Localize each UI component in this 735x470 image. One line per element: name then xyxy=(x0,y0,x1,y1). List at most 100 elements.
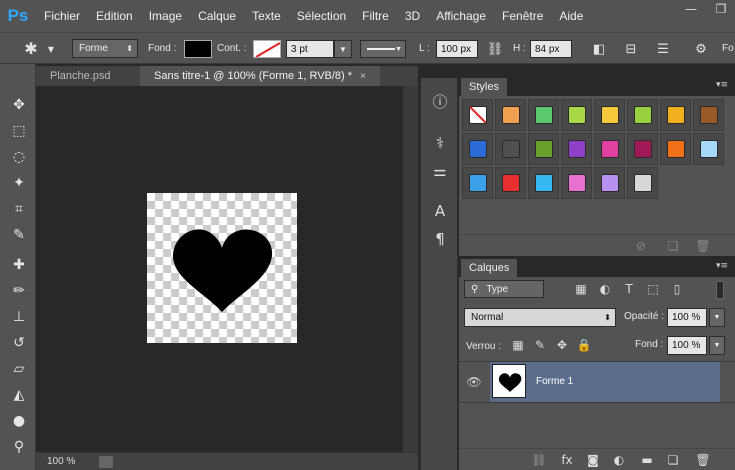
menu-calque[interactable]: Calque xyxy=(198,9,236,23)
height-field[interactable]: 84 px xyxy=(530,40,572,58)
style-swatch[interactable] xyxy=(528,133,559,165)
tab-sans-titre[interactable]: Sans titre-1 @ 100% (Forme 1, RVB/8) * × xyxy=(140,66,380,86)
menu-selection[interactable]: Sélection xyxy=(297,9,346,23)
link-icon[interactable]: ⛓ xyxy=(486,40,504,58)
crop-tool-icon[interactable]: ⌗ xyxy=(8,198,30,220)
trash-icon[interactable]: 🗑 xyxy=(695,453,711,467)
tab-planche[interactable]: Planche.psd xyxy=(36,66,138,86)
menu-3d[interactable]: 3D xyxy=(405,9,420,23)
style-swatch[interactable] xyxy=(462,99,493,131)
add-mask-icon[interactable]: ◙ xyxy=(585,453,601,467)
style-swatch[interactable] xyxy=(594,99,625,131)
tab-styles[interactable]: Styles xyxy=(461,78,507,96)
stroke-color-swatch[interactable] xyxy=(253,40,281,58)
move-tool-icon[interactable]: ✥ xyxy=(8,94,30,116)
info-icon[interactable]: ⓘ xyxy=(429,90,451,112)
style-swatch[interactable] xyxy=(627,99,658,131)
history-brush-tool-icon[interactable]: ↺ xyxy=(8,332,30,354)
lock-position-icon[interactable]: ✥ xyxy=(555,338,569,352)
stroke-type-select[interactable]: ▼ xyxy=(360,40,406,58)
document-canvas[interactable] xyxy=(147,193,297,343)
style-swatch[interactable] xyxy=(693,99,724,131)
custom-shape-tool-icon[interactable]: ✱ xyxy=(22,39,40,58)
menu-image[interactable]: Image xyxy=(149,9,182,23)
lock-all-icon[interactable]: 🔒 xyxy=(577,338,592,352)
magic-wand-tool-icon[interactable]: ✦ xyxy=(8,172,30,194)
zoom-level[interactable]: 100 % xyxy=(47,456,75,467)
marquee-tool-icon[interactable]: ⬚ xyxy=(8,120,30,142)
menu-texte[interactable]: Texte xyxy=(252,9,281,23)
lasso-tool-icon[interactable]: ◌ xyxy=(8,146,30,168)
shape-filter-icon[interactable]: ⬚ xyxy=(645,282,661,296)
style-swatch[interactable] xyxy=(594,167,625,199)
layer-row[interactable]: Forme 1 xyxy=(490,362,720,402)
tab-calques[interactable]: Calques xyxy=(461,259,518,277)
tool-preset-chevron-icon[interactable]: ▼ xyxy=(42,40,60,58)
style-swatch[interactable] xyxy=(627,167,658,199)
blend-mode-select[interactable]: Normal ⬍ xyxy=(464,308,616,327)
stroke-width-field[interactable]: 3 pt xyxy=(286,40,334,58)
pixel-filter-icon[interactable]: ▦ xyxy=(573,282,589,296)
lock-pixels-icon[interactable]: ✎ xyxy=(533,338,547,352)
new-group-icon[interactable]: ▬ xyxy=(639,453,655,467)
width-field[interactable]: 100 px xyxy=(436,40,478,58)
brush-tool-icon[interactable]: ✏ xyxy=(8,280,30,302)
healing-brush-tool-icon[interactable]: ✚ xyxy=(8,254,30,276)
character-icon[interactable]: A xyxy=(429,200,451,222)
style-swatch[interactable] xyxy=(660,133,691,165)
eyedropper-tool-icon[interactable]: ✎ xyxy=(8,224,30,246)
style-swatch[interactable] xyxy=(693,133,724,165)
heart-shape[interactable] xyxy=(147,193,297,343)
style-swatch[interactable] xyxy=(495,99,526,131)
gear-icon[interactable]: ⚙ xyxy=(692,40,710,58)
lock-transparency-icon[interactable]: ▦ xyxy=(511,338,525,352)
eraser-tool-icon[interactable]: ▱ xyxy=(8,358,30,380)
close-icon[interactable]: × xyxy=(360,71,366,82)
menu-fenetre[interactable]: Fenêtre xyxy=(502,9,543,23)
path-operations-icon[interactable]: ◧ xyxy=(590,40,608,58)
style-swatch[interactable] xyxy=(462,167,493,199)
style-swatch[interactable] xyxy=(660,99,691,131)
menu-filtre[interactable]: Filtre xyxy=(362,9,389,23)
style-swatch[interactable] xyxy=(495,133,526,165)
panel-menu-icon[interactable]: ▾≡ xyxy=(716,80,728,90)
opacity-dropdown[interactable]: ▼ xyxy=(709,308,725,327)
minimize-icon[interactable]: — xyxy=(677,0,705,18)
menu-aide[interactable]: Aide xyxy=(559,9,583,23)
menu-edition[interactable]: Edition xyxy=(96,9,133,23)
new-style-icon[interactable]: ❏ xyxy=(665,239,681,253)
fill-dropdown[interactable]: ▼ xyxy=(709,336,725,355)
link-layers-icon[interactable]: ⛓ xyxy=(531,453,547,467)
brush-presets-icon[interactable]: ⚕ xyxy=(429,132,451,154)
new-layer-icon[interactable]: ❏ xyxy=(665,453,681,467)
mode-select[interactable]: Forme ⬍ xyxy=(72,39,138,58)
style-swatch[interactable] xyxy=(561,133,592,165)
style-swatch[interactable] xyxy=(528,167,559,199)
blur-tool-icon[interactable]: ● xyxy=(8,410,30,432)
layer-filter-select[interactable]: ⚲ Type xyxy=(464,280,544,298)
dodge-tool-icon[interactable]: ⚲ xyxy=(8,436,30,458)
style-swatch[interactable] xyxy=(627,133,658,165)
document-info-icon[interactable] xyxy=(99,455,114,468)
smart-object-filter-icon[interactable]: ▯ xyxy=(669,282,685,296)
filter-toggle[interactable] xyxy=(716,281,724,299)
style-swatch[interactable] xyxy=(561,99,592,131)
stroke-width-dropdown[interactable]: ▼ xyxy=(334,40,352,58)
path-arrangement-icon[interactable]: ☰ xyxy=(654,40,672,58)
eye-icon[interactable]: 👁 xyxy=(459,362,489,402)
fx-icon[interactable]: fx xyxy=(559,453,575,467)
fill-field[interactable]: 100 % xyxy=(667,336,707,355)
path-alignment-icon[interactable]: ⊟ xyxy=(622,40,640,58)
adjustment-layer-icon[interactable]: ◐ xyxy=(611,453,627,467)
vertical-scrollbar[interactable] xyxy=(402,86,418,452)
style-swatch[interactable] xyxy=(528,99,559,131)
menu-fichier[interactable]: Fichier xyxy=(44,9,80,23)
style-swatch[interactable] xyxy=(594,133,625,165)
menu-affichage[interactable]: Affichage xyxy=(436,9,486,23)
adjustment-filter-icon[interactable]: ◐ xyxy=(597,282,613,296)
panel-menu-icon[interactable]: ▾≡ xyxy=(716,261,728,271)
trash-icon[interactable]: 🗑 xyxy=(695,239,711,253)
fill-color-swatch[interactable] xyxy=(184,40,212,58)
type-filter-icon[interactable]: T xyxy=(621,282,637,296)
restore-icon[interactable]: ❐ xyxy=(707,0,735,18)
